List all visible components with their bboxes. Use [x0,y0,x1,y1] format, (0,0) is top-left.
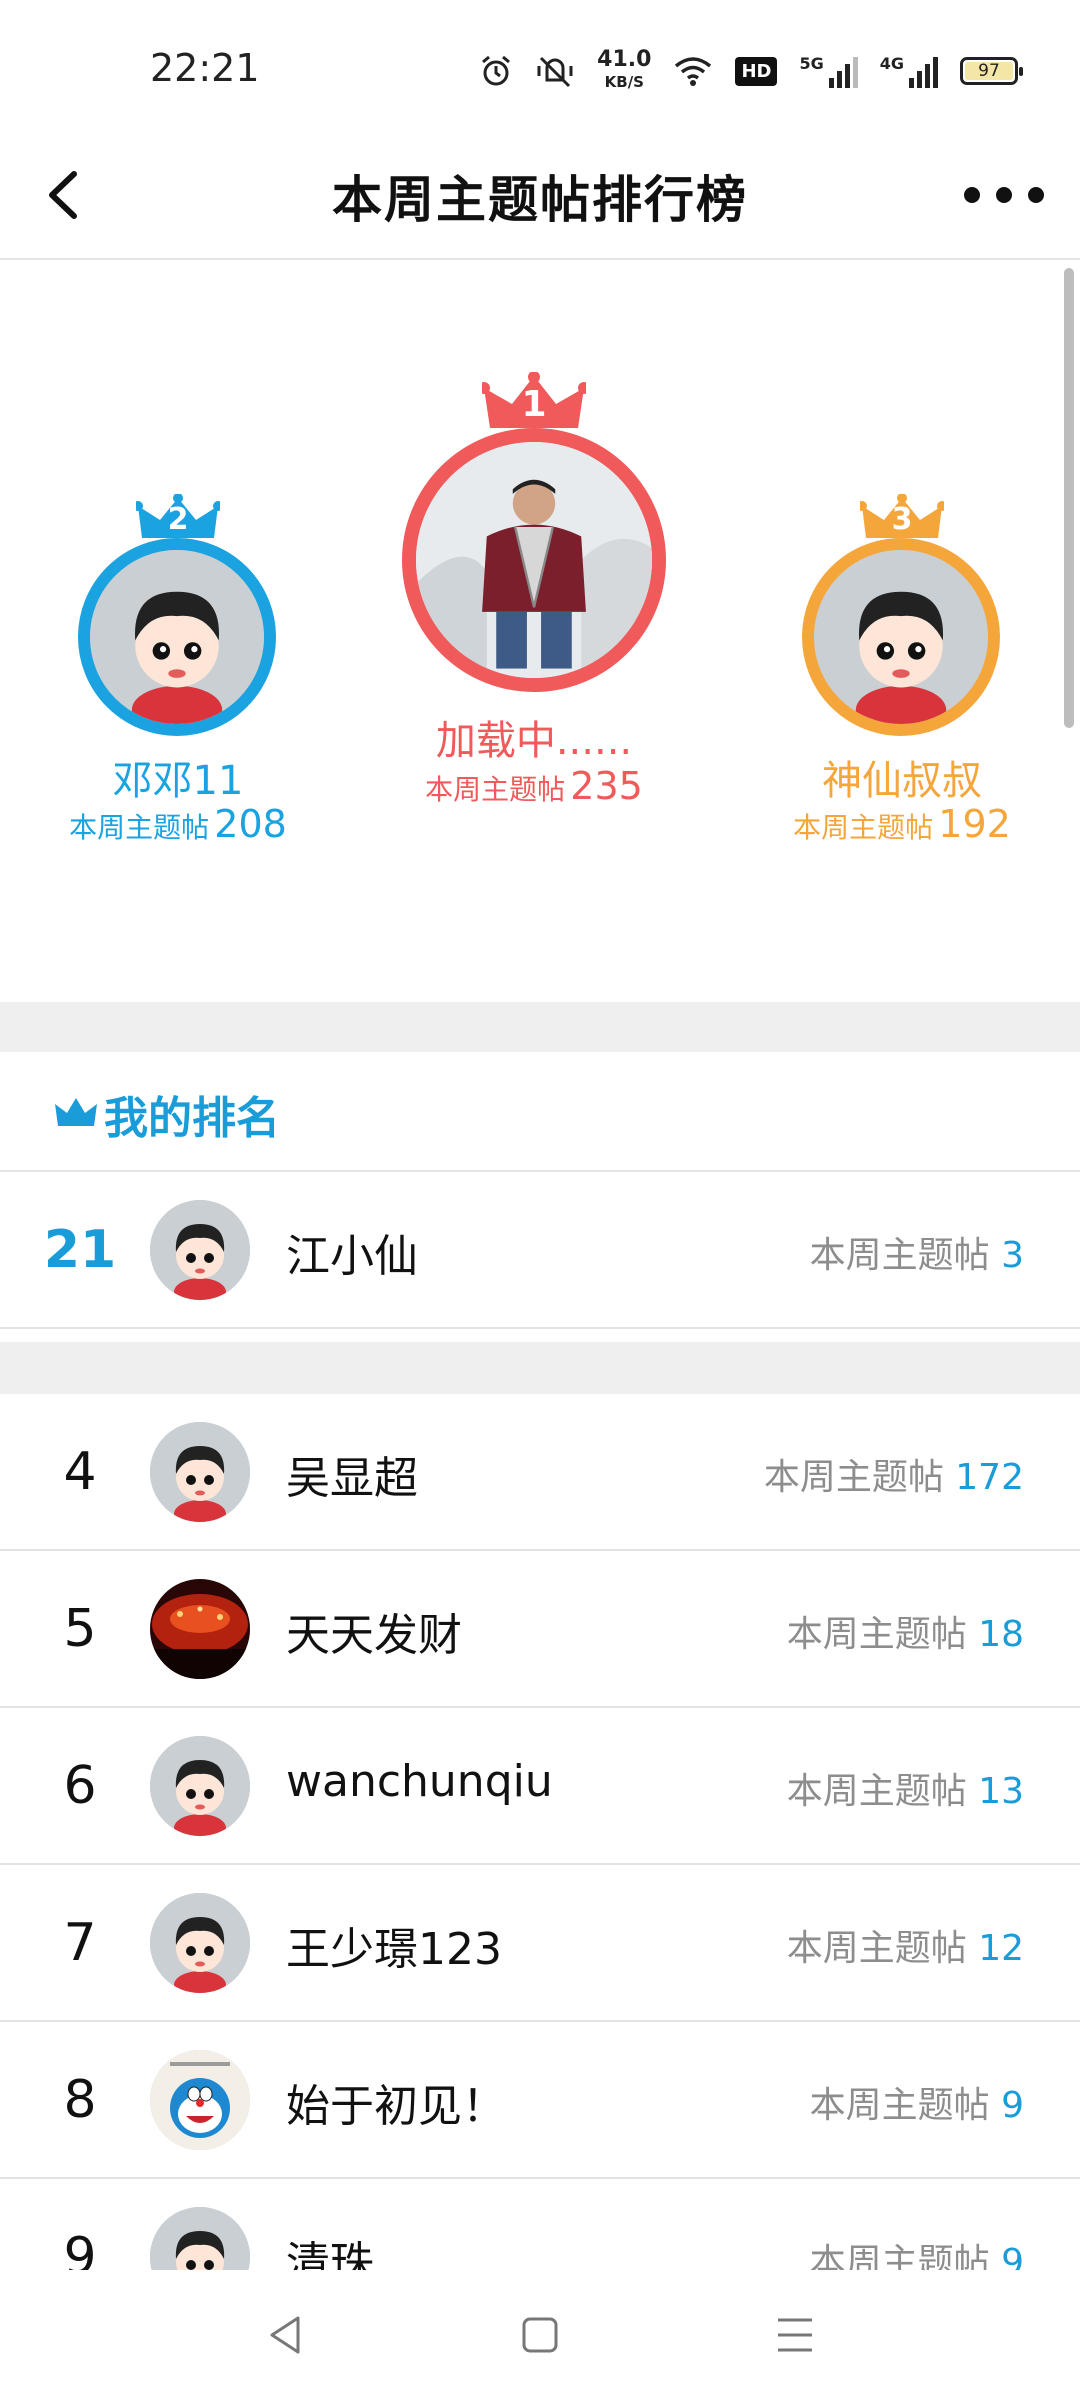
podium-second-name: 邓邓11 [112,758,244,804]
my-rank-count: 本周主题帖 3 [809,1235,1024,1276]
podium-second-rank: 2 [167,502,189,537]
podium-third-count-value: 192 [938,802,1011,846]
status-time: 22:21 [150,46,260,90]
avatar [150,2050,250,2150]
podium-first-rank: 1 [521,384,547,425]
list-item-count: 本周主题帖 172 [763,1457,1024,1498]
avatar [802,538,1000,736]
my-rank-header: 我的排名 [0,1052,1080,1172]
podium-third[interactable]: 3 神仙叔叔 本周主题帖 192 [793,262,1011,846]
avatar [150,1579,250,1679]
avatar [150,2207,250,2270]
podium-first-name: 加载中...... [435,718,633,764]
crown-icon [55,1098,97,1126]
top-three-podium: 2 邓邓11 本周主题帖 208 1 加载中...... 本周主题帖 235 3… [0,262,1080,1002]
list-item-count: 本周主题帖 13 [786,1771,1024,1812]
podium-second-count: 本周主题帖 208 [69,802,287,846]
list-item-name: 始于初见！ [286,2081,506,2132]
scrollbar[interactable] [1064,268,1074,728]
avatar [402,428,666,692]
list-item[interactable]: 5 天天发财 本周主题帖 18 [0,1551,1080,1708]
list-item[interactable]: 9 清珠 本周主题帖 9 [0,2179,1080,2270]
page-title: 本周主题帖排行榜 [332,171,748,229]
nav-bar: 本周主题帖排行榜 [0,130,1080,260]
podium-second-count-value: 208 [214,802,287,846]
list-item-name: 吴显超 [286,1453,418,1504]
podium-second[interactable]: 2 邓邓11 本周主题帖 208 [69,262,287,846]
list-item-count: 本周主题帖 9 [809,2242,1024,2270]
signal-icon-5g: 5G [799,54,858,88]
signal-5g-label: 5G [799,54,824,73]
list-item-count: 本周主题帖 9 [809,2085,1024,2126]
avatar [150,1200,250,1300]
my-rank-title: 我的排名 [104,1093,280,1144]
list-item-name: wanchunqiu [286,1756,553,1807]
home-square-icon[interactable] [505,2300,575,2370]
hd-badge: HD [735,56,778,86]
alarm-icon [482,55,511,86]
more-dots-icon [964,187,980,203]
avatar [150,1736,250,1836]
list-item-rank: 9 [63,2227,97,2270]
podium-third-rank: 3 [891,502,913,537]
avatar [150,1893,250,1993]
my-rank-name: 江小仙 [286,1231,418,1282]
net-speed-value: 41.0 [597,47,652,72]
list-item-rank: 6 [63,1756,97,1816]
my-rank-number: 21 [43,1220,117,1280]
net-speed: 41.0 KB/S [597,49,651,93]
list-item-count: 本周主题帖 18 [786,1614,1024,1655]
podium-first-count-value: 235 [570,764,643,808]
wifi-icon [675,57,712,86]
my-rank-row[interactable]: 21 江小仙 本周主题帖 3 [0,1172,1080,1329]
mute-vibrate-icon [537,56,573,88]
signal-icon-4g: 4G [880,54,938,88]
list-item[interactable]: 7 王少璟123 本周主题帖 12 [0,1865,1080,2022]
menu-lines-icon[interactable] [760,2300,830,2370]
podium-third-name: 神仙叔叔 [822,758,982,804]
list-item-name: 王少璟123 [286,1924,502,1975]
my-rank-count-value: 3 [1001,1235,1024,1276]
podium-third-count: 本周主题帖 192 [793,802,1011,846]
section-divider [0,1342,1080,1394]
list-item-name: 天天发财 [286,1610,462,1661]
list-item[interactable]: 4 吴显超 本周主题帖 172 [0,1394,1080,1551]
list-item-rank: 7 [63,1913,97,1973]
signal-4g-label: 4G [879,54,904,73]
status-bar: 22:21 41.0 KB/S HD 5G 4G 97 [0,0,1080,130]
net-speed-unit: KB/S [604,73,644,91]
battery-icon: 97 [960,57,1023,85]
section-divider [0,1002,1080,1052]
battery-level: 97 [978,61,1000,81]
podium-first[interactable]: 1 加载中...... 本周主题帖 235 [402,262,666,822]
list-item-name: 清珠 [286,2238,374,2270]
podium-first-count: 本周主题帖 235 [425,764,643,808]
more-button[interactable] [964,170,1044,220]
list-item-rank: 4 [63,1442,97,1502]
back-triangle-icon[interactable] [250,2300,320,2370]
avatar [150,1422,250,1522]
system-nav-bar [0,2270,1080,2400]
avatar [78,538,276,736]
list-item-count: 本周主题帖 12 [786,1928,1024,1969]
list-item[interactable]: 8 始于初见！ 本周主题帖 9 [0,2022,1080,2179]
list-item-rank: 8 [63,2070,97,2130]
list-item[interactable]: 6 wanchunqiu 本周主题帖 13 [0,1708,1080,1865]
list-item-rank: 5 [63,1599,97,1659]
status-icons: 41.0 KB/S HD 5G 4G 97 [479,48,1023,94]
